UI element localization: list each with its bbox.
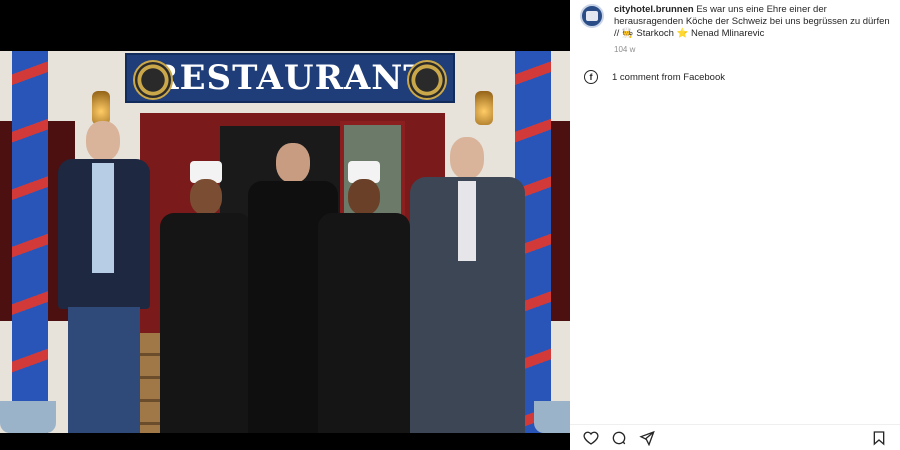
post-photo: RESTAURANT <box>0 51 570 433</box>
comments-label: 1 comment from Facebook <box>612 71 725 83</box>
person-2 <box>160 161 252 433</box>
post-caption: cityhotel.brunnen Es war uns eine Ehre e… <box>614 4 892 40</box>
comment-icon[interactable] <box>610 429 628 447</box>
share-icon[interactable] <box>638 429 656 447</box>
action-bar <box>570 424 900 450</box>
window-right <box>550 121 570 321</box>
person-1 <box>48 121 158 433</box>
facebook-icon: f <box>584 70 598 84</box>
sign-text: RESTAURANT <box>150 58 430 98</box>
heart-icon[interactable] <box>582 429 600 447</box>
logo-icon <box>133 60 173 100</box>
pillar-left <box>12 51 48 433</box>
post-caption-block: cityhotel.brunnen Es war uns eine Ehre e… <box>580 4 892 56</box>
hotel-avatar-icon[interactable] <box>580 4 604 28</box>
caption-tag-name: ⭐ Nenad Mlinarevic <box>676 28 765 39</box>
lamp-icon <box>475 91 493 125</box>
plant-pot <box>534 401 570 433</box>
post-media[interactable]: RESTAURANT <box>0 0 570 450</box>
avatar-image <box>586 11 598 21</box>
username-link[interactable]: cityhotel.brunnen <box>614 4 694 15</box>
person-4 <box>318 161 410 433</box>
bookmark-icon[interactable] <box>870 429 888 447</box>
person-5 <box>410 137 525 433</box>
lamp-icon <box>92 91 110 125</box>
instagram-post-viewer: RESTAURANT cityhotel.brunnen Es war uns … <box>0 0 900 450</box>
post-time[interactable]: 104 w <box>614 44 892 56</box>
facebook-comments-row[interactable]: f 1 comment from Facebook <box>584 70 725 84</box>
post-sidebar: cityhotel.brunnen Es war uns eine Ehre e… <box>570 0 900 450</box>
caption-tag-starkoch: 🧑‍🍳 Starkoch <box>621 28 677 39</box>
restaurant-sign: RESTAURANT <box>125 53 455 103</box>
logo-icon <box>407 60 447 100</box>
